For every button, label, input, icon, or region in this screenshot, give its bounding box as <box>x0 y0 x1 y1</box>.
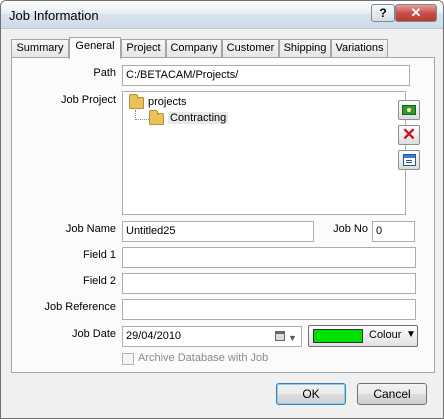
job-no-field[interactable]: 0 <box>372 221 415 242</box>
tree-item-contracting[interactable]: Contracting <box>168 112 229 124</box>
new-folder-button[interactable] <box>398 100 420 120</box>
job-reference-field[interactable] <box>122 299 416 320</box>
job-date-value: 29/04/2010 <box>126 330 182 342</box>
tab-general[interactable]: General <box>69 37 121 59</box>
field1-input[interactable] <box>122 247 416 268</box>
close-button[interactable]: ✕ <box>395 4 437 22</box>
tab-project[interactable]: Project <box>121 39 166 58</box>
delete-icon: ✕ <box>401 125 417 144</box>
job-information-dialog: Job Information ? ✕ Summary General Proj… <box>0 0 444 419</box>
job-project-tree[interactable]: projects Contracting <box>122 91 406 215</box>
colour-swatch <box>313 329 363 343</box>
title-bar: Job Information ? ✕ <box>1 1 443 29</box>
delete-button[interactable]: ✕ <box>398 125 420 145</box>
new-folder-icon <box>402 105 416 115</box>
job-no-label: Job No <box>333 223 368 235</box>
general-tab-panel: Path C:/BETACAM/Projects/ Job Project pr… <box>11 57 435 373</box>
archive-checkbox[interactable] <box>122 353 134 365</box>
calendar-icon <box>275 331 285 341</box>
field2-input[interactable] <box>122 273 416 294</box>
job-project-label: Job Project <box>60 94 116 106</box>
window-title: Job Information <box>9 8 99 23</box>
folder-icon <box>149 110 164 125</box>
colour-label: Colour <box>369 329 402 341</box>
job-date-label: Job Date <box>71 328 116 340</box>
job-date-picker[interactable]: 29/04/2010 ▼ <box>122 326 302 347</box>
date-dropdown-button[interactable]: ▼ <box>275 329 299 344</box>
chevron-down-icon: ▼ <box>288 333 297 343</box>
tab-variations[interactable]: Variations <box>331 39 388 58</box>
tab-customer[interactable]: Customer <box>222 39 279 58</box>
job-name-label: Job Name <box>65 223 116 235</box>
tree-connector <box>135 119 149 120</box>
help-button[interactable]: ? <box>371 4 395 22</box>
tab-company[interactable]: Company <box>166 39 222 58</box>
colour-picker-button[interactable]: Colour ▼ <box>308 325 418 347</box>
path-label: Path <box>93 67 116 79</box>
properties-icon <box>403 154 416 166</box>
chevron-down-icon: ▼ <box>406 329 416 340</box>
job-name-field[interactable]: Untitled25 <box>122 221 314 242</box>
tree-item-projects[interactable]: projects <box>148 96 187 108</box>
cancel-button[interactable]: Cancel <box>357 383 427 405</box>
properties-button[interactable] <box>398 150 420 170</box>
tab-shipping[interactable]: Shipping <box>279 39 331 58</box>
archive-label: Archive Database with Job <box>138 352 269 364</box>
ok-button[interactable]: OK <box>276 383 346 405</box>
folder-icon <box>129 94 144 109</box>
job-reference-label: Job Reference <box>44 301 116 313</box>
path-field[interactable]: C:/BETACAM/Projects/ <box>122 65 410 86</box>
field2-label: Field 2 <box>82 275 116 287</box>
field1-label: Field 1 <box>82 249 116 261</box>
tab-summary[interactable]: Summary <box>11 39 69 58</box>
